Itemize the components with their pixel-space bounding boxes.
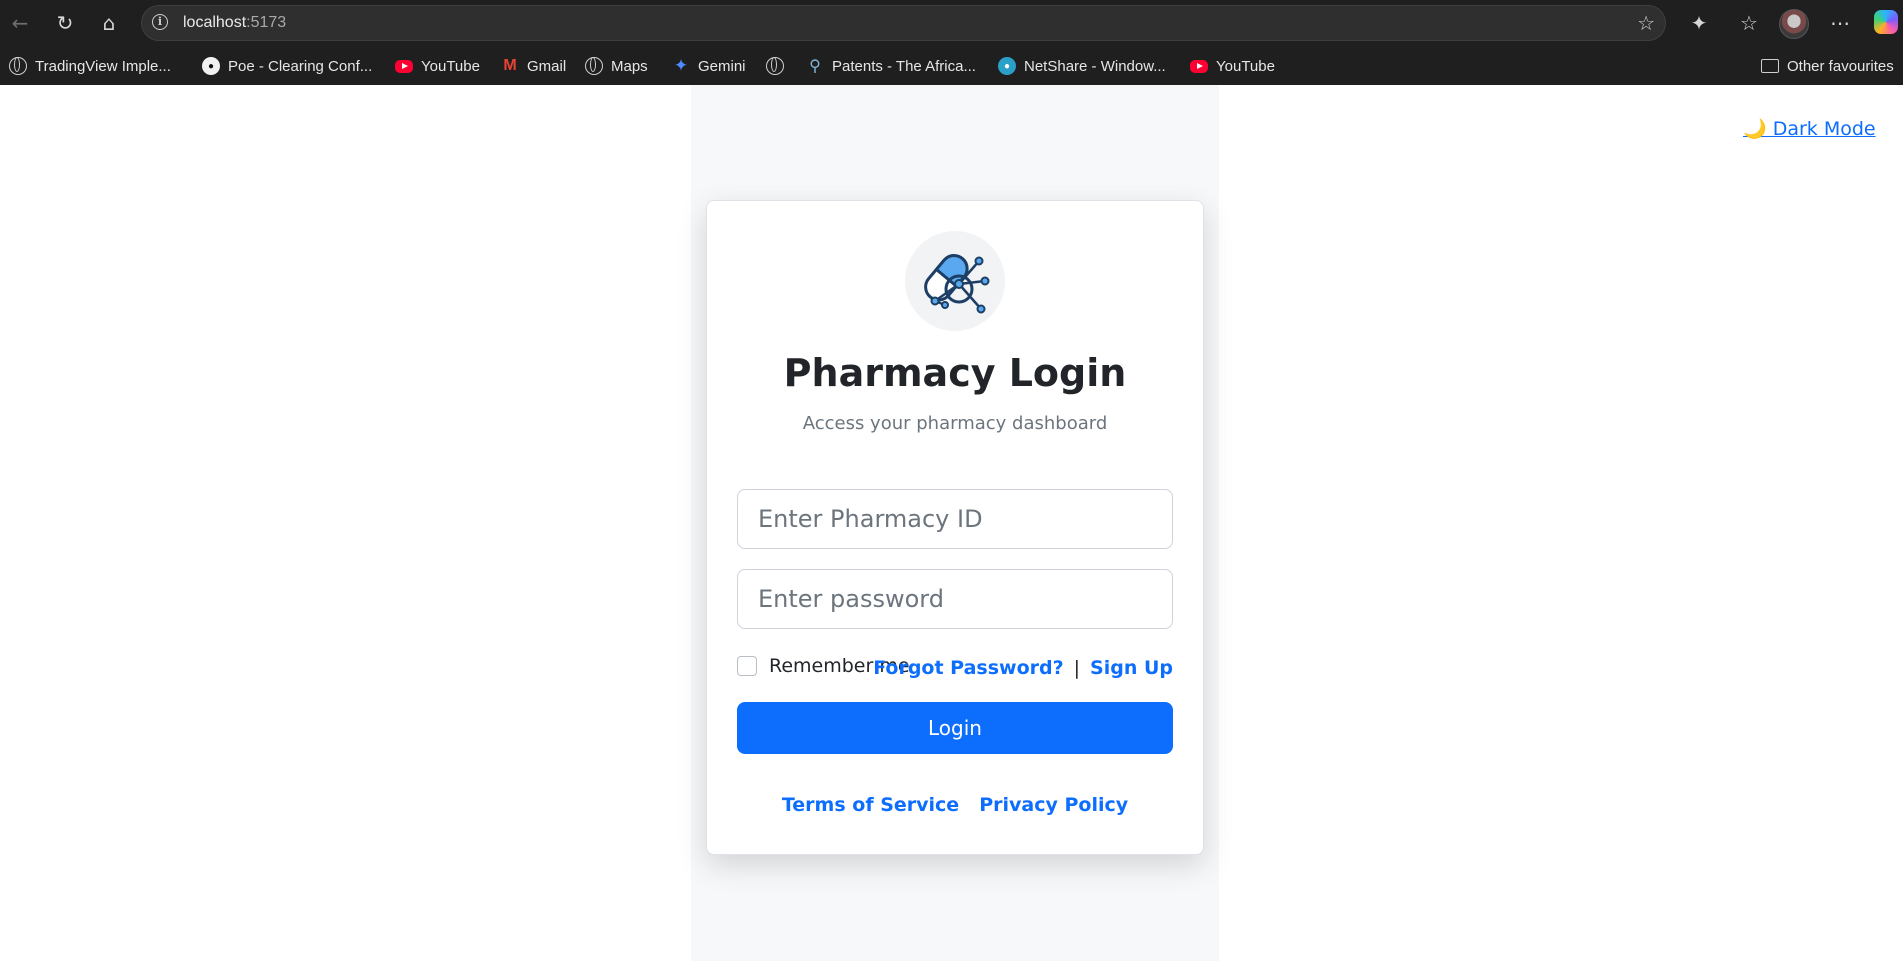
bookmark-item[interactable] <box>766 55 784 77</box>
youtube-icon <box>1190 59 1208 73</box>
bookmark-item[interactable]: M Gmail <box>501 55 566 77</box>
pharmacy-id-input[interactable] <box>737 489 1173 549</box>
bookmark-item[interactable]: Maps <box>585 55 648 77</box>
poe-icon: ● <box>202 57 220 75</box>
sign-up-link[interactable]: Sign Up <box>1090 657 1173 679</box>
bookmark-item[interactable]: ● NetShare - Window... <box>998 55 1166 77</box>
favourites-icon[interactable]: ☆ <box>1735 9 1763 37</box>
reload-icon[interactable]: ↻ <box>51 9 79 37</box>
page: 🌙 Dark Mode Pharmacy Login Access your p… <box>0 85 1903 961</box>
home-icon[interactable]: ⌂ <box>95 9 123 37</box>
globe-icon <box>766 57 784 75</box>
pharmacy-logo <box>905 231 1005 331</box>
page-subtitle: Access your pharmacy dashboard <box>802 413 1108 434</box>
dark-mode-toggle[interactable]: 🌙 Dark Mode <box>1743 117 1876 140</box>
login-card: Pharmacy Login Access your pharmacy dash… <box>706 200 1204 855</box>
remember-me-checkbox[interactable] <box>737 656 757 676</box>
site-info-icon[interactable]: i <box>152 14 168 30</box>
youtube-icon <box>395 59 413 73</box>
gmail-icon: M <box>503 57 517 74</box>
browser-chrome: ← ↻ ⌂ i localhost:5173 ☆ ✦ ☆ ⋯ TradingVi… <box>0 0 1903 85</box>
pill-molecule-icon <box>924 254 990 314</box>
auth-links: Forgot Password? | Sign Up <box>873 657 1173 679</box>
address-url[interactable]: localhost:5173 <box>183 14 286 32</box>
globe-icon <box>585 57 603 75</box>
page-title: Pharmacy Login <box>783 351 1127 395</box>
bookmarks-bar: TradingView Imple... ● Poe - Clearing Con… <box>0 46 1903 85</box>
terms-of-service-link[interactable]: Terms of Service <box>782 794 959 816</box>
gemini-icon: ✦ <box>673 56 689 75</box>
more-menu-icon[interactable]: ⋯ <box>1826 9 1854 37</box>
bookmark-item[interactable]: YouTube <box>1190 55 1275 77</box>
other-favourites[interactable]: Other favourites <box>1761 55 1894 77</box>
extensions-icon[interactable]: ✦ <box>1685 9 1713 37</box>
privacy-policy-link[interactable]: Privacy Policy <box>979 794 1128 816</box>
bookmark-item[interactable]: ⚲ Patents - The Africa... <box>806 55 976 77</box>
login-button[interactable]: Login <box>737 702 1173 754</box>
bookmark-item[interactable]: TradingView Imple... <box>9 55 171 77</box>
bookmark-item[interactable]: ✦ Gemini <box>672 55 746 77</box>
patent-icon: ⚲ <box>809 58 821 75</box>
netshare-icon: ● <box>998 57 1016 75</box>
forgot-password-link[interactable]: Forgot Password? <box>873 657 1063 679</box>
link-separator: | <box>1073 657 1081 679</box>
browser-toolbar: ← ↻ ⌂ i localhost:5173 ☆ ✦ ☆ ⋯ <box>0 0 1903 46</box>
footer-links: Terms of Service Privacy Policy <box>707 794 1203 816</box>
globe-icon <box>9 57 27 75</box>
profile-avatar[interactable] <box>1779 9 1809 39</box>
bookmark-item[interactable]: YouTube <box>395 55 480 77</box>
back-arrow-icon[interactable]: ← <box>6 9 34 37</box>
copilot-icon[interactable] <box>1874 10 1898 34</box>
favourite-star-icon[interactable]: ☆ <box>1637 11 1655 35</box>
password-input[interactable] <box>737 569 1173 629</box>
bookmark-item[interactable]: ● Poe - Clearing Conf... <box>202 55 372 77</box>
folder-icon <box>1761 59 1779 73</box>
address-bar[interactable]: i localhost:5173 ☆ <box>141 5 1666 41</box>
